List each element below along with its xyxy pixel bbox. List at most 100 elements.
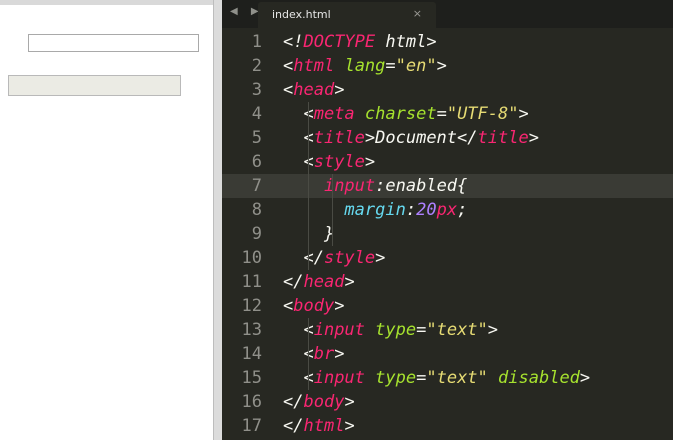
code-token: style — [313, 152, 365, 172]
line-content: <title>Document</title> — [283, 126, 539, 150]
code-token: > — [334, 80, 345, 100]
code-token: > — [344, 272, 355, 292]
line-content: <head> — [283, 78, 344, 102]
code-token: > — [364, 152, 376, 172]
code-token: charset — [364, 104, 437, 124]
line-number: 10 — [241, 248, 262, 268]
code-token: > — [528, 128, 539, 148]
code-token: br — [313, 344, 335, 364]
tab-index-html[interactable]: index.html × — [258, 2, 436, 28]
line-content: </body> — [283, 390, 355, 414]
code-token: < — [283, 56, 294, 76]
code-token: < — [283, 320, 314, 340]
code-token: >Document</ — [364, 128, 478, 148]
tab-bar: ◀ ▶ index.html × — [222, 0, 673, 28]
code-token: > — [344, 392, 355, 412]
code-token: "text" — [426, 320, 488, 340]
code-line[interactable]: 3 <head> — [222, 78, 673, 102]
line-content: <style> — [283, 150, 375, 174]
line-content: <input type="text"> — [283, 318, 498, 342]
line-number: 8 — [251, 200, 262, 220]
code-line[interactable]: 1 <!DOCTYPE html> — [222, 30, 673, 54]
code-token: : — [375, 176, 386, 196]
code-line[interactable]: 7 input:enabled{ — [222, 174, 673, 198]
code-token: html — [293, 56, 335, 76]
code-token: > — [344, 416, 355, 436]
line-content: </style> — [283, 246, 385, 270]
line-content: <!DOCTYPE html> — [283, 30, 437, 54]
line-number: 16 — [241, 392, 262, 412]
code-line[interactable]: 14 <br> — [222, 342, 673, 366]
code-token: input — [313, 320, 365, 340]
code-token: < — [283, 368, 314, 388]
code-area[interactable]: 1 <!DOCTYPE html> 2 <html lang="en"> 3 <head>… — [222, 30, 673, 440]
code-line[interactable]: 12 <body> — [222, 294, 673, 318]
code-token: style — [323, 248, 376, 268]
code-token: lang — [344, 56, 386, 76]
code-token: < — [283, 128, 314, 148]
indent-guide — [308, 102, 309, 270]
code-token: </ — [283, 416, 304, 436]
code-token: html — [303, 416, 345, 436]
code-token: < — [283, 80, 294, 100]
code-editor[interactable]: ◀ ▶ index.html × 1 <!DOCTYPE html> 2 <html … — [222, 0, 673, 440]
line-content: <input type="text" disabled> — [283, 366, 590, 390]
pane-divider[interactable] — [213, 0, 222, 440]
code-line[interactable]: 5 <title>Document</title> — [222, 126, 673, 150]
line-content: input:enabled{ — [283, 174, 467, 198]
line-number: 14 — [241, 344, 262, 364]
line-number: 7 — [251, 176, 262, 196]
code-token: = — [436, 104, 447, 124]
code-token: type — [375, 368, 417, 388]
code-token: meta — [313, 104, 355, 124]
code-line[interactable]: 17 </html> — [222, 414, 673, 438]
line-content: <br> — [283, 342, 344, 366]
line-number: 3 — [251, 80, 262, 100]
code-line[interactable]: 13 <input type="text"> — [222, 318, 673, 342]
close-icon[interactable]: × — [413, 7, 422, 20]
code-token: margin — [344, 200, 406, 220]
code-line[interactable]: 6 <style> — [222, 150, 673, 174]
line-number: 17 — [241, 416, 262, 436]
code-token: html> — [375, 32, 437, 52]
code-token: < — [283, 296, 294, 316]
tab-title: index.html — [272, 8, 331, 21]
code-token: body — [303, 392, 345, 412]
code-token: title — [477, 128, 529, 148]
code-token: <! — [283, 32, 304, 52]
code-line[interactable]: 4 <meta charset="UTF-8"> — [222, 102, 673, 126]
disabled-text-input — [8, 75, 181, 96]
line-number: 13 — [241, 320, 262, 340]
code-token: = — [416, 368, 427, 388]
code-token: head — [303, 272, 345, 292]
code-token: = — [416, 320, 427, 340]
code-token: : — [405, 200, 417, 220]
preview-top-edge — [0, 0, 213, 5]
indent-guide — [332, 174, 333, 246]
code-line[interactable]: 11 </head> — [222, 270, 673, 294]
code-token: DOCTYPE — [303, 32, 376, 52]
line-number: 12 — [241, 296, 262, 316]
line-number: 11 — [241, 272, 262, 292]
code-token: </ — [283, 392, 304, 412]
code-token: > — [334, 344, 345, 364]
code-token: </ — [283, 272, 304, 292]
code-token: body — [293, 296, 335, 316]
code-line[interactable]: 16 </body> — [222, 390, 673, 414]
code-token: px — [436, 200, 458, 220]
code-line[interactable]: 9 } — [222, 222, 673, 246]
enabled-text-input[interactable] — [28, 34, 199, 52]
line-number: 6 — [251, 152, 262, 172]
code-line[interactable]: 10 </style> — [222, 246, 673, 270]
code-line[interactable]: 2 <html lang="en"> — [222, 54, 673, 78]
code-line[interactable]: 15 <input type="text" disabled> — [222, 366, 673, 390]
code-token: = — [385, 56, 396, 76]
code-token: > — [334, 296, 345, 316]
code-line[interactable]: 8 margin:20px; — [222, 198, 673, 222]
code-token: > — [487, 320, 499, 340]
